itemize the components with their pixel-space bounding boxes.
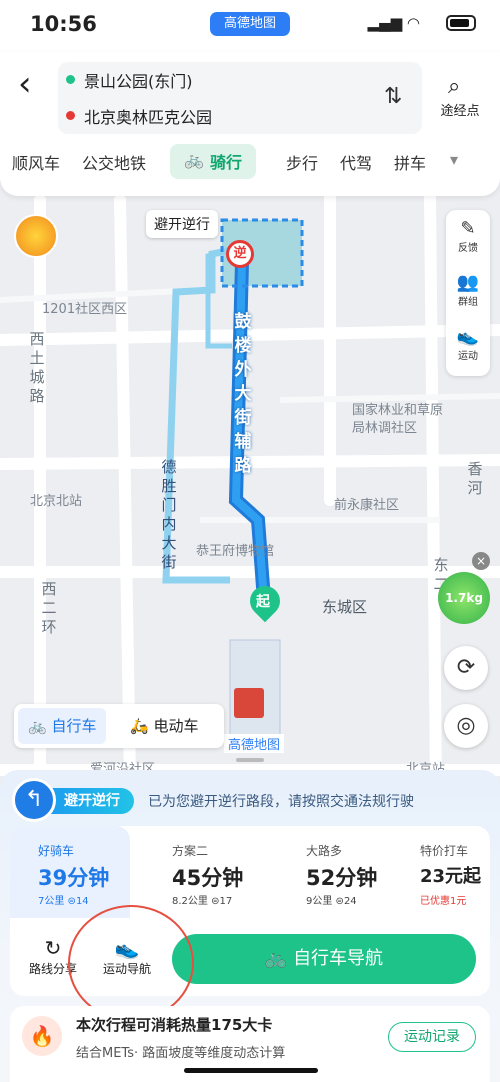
sport-icon: 👟 (456, 326, 480, 347)
tab-transit[interactable]: 公交地铁 (82, 150, 146, 174)
group-label: 群组 (458, 297, 478, 308)
destination-field[interactable]: 北京奥林匹克公园 (84, 104, 212, 128)
bike-toggle[interactable]: 🚲 自行车 (18, 708, 107, 744)
street-label: 香河 (467, 460, 483, 497)
status-time: 10:56 (30, 12, 97, 36)
feedback-label: 反馈 (458, 243, 478, 254)
avoid-tag: 避开逆行 (146, 210, 218, 238)
group-icon: 👥 (456, 272, 480, 293)
street-label: 德胜门内大街 (161, 458, 177, 571)
bike-nav-button[interactable]: 🚲 自行车导航 (172, 934, 476, 984)
option-lights: 17 (219, 896, 233, 907)
bike-toggle-label: 自行车 (51, 717, 97, 735)
tab-cycling[interactable]: 骑行 (170, 144, 257, 179)
bike-nav-label: 自行车导航 (293, 948, 384, 969)
search-icon[interactable]: ⌕ (448, 74, 460, 99)
option-duration: 39分钟 (38, 866, 110, 890)
drag-handle[interactable] (236, 758, 264, 762)
option-name: 方案二 (172, 844, 209, 858)
option-distance: 8.2公里 (172, 896, 208, 907)
highlight-circle (68, 905, 194, 1021)
calorie-subtitle: 结合METs· 路面坡度等维度动态计算 (76, 1046, 286, 1061)
map-label: 1201社区西区 (42, 302, 128, 317)
end-dot-icon (66, 111, 75, 120)
taxi-option[interactable]: 特价打车 23元起 已优惠1元 (404, 826, 490, 918)
ebike-toggle-label: 电动车 (153, 717, 199, 735)
group-button[interactable]: 👥 群组 (446, 272, 490, 308)
badge-icon[interactable] (14, 214, 58, 258)
sport-label: 运动 (458, 351, 478, 362)
option-distance: 9公里 (306, 896, 333, 907)
option-lights: 14 (75, 896, 89, 907)
option-card[interactable]: 大路多 52分钟 9公里 ⊜24 (278, 826, 398, 918)
start-dot-icon (66, 75, 75, 84)
swap-icon[interactable]: ⇅ (384, 84, 402, 109)
co2-badge[interactable]: 1.7kg (438, 572, 490, 624)
map-label: 北京北站 (30, 494, 83, 509)
tab-walk[interactable]: 步行 (286, 150, 318, 174)
option-duration: 45分钟 (172, 866, 244, 890)
ebike-toggle[interactable]: 🛵 电动车 (120, 708, 208, 744)
home-indicator (184, 1068, 318, 1073)
tab-cycling-label: 骑行 (210, 153, 243, 172)
vehicle-toggle: 🚲 自行车 🛵 电动车 (14, 704, 224, 748)
option-name: 好骑车 (38, 844, 75, 858)
back-icon[interactable]: ‹ (18, 64, 32, 104)
option-name: 大路多 (306, 844, 343, 858)
option-card[interactable]: 好骑车 39分钟 7公里 ⊜14 (10, 826, 130, 918)
option-distance: 7公里 (38, 896, 65, 907)
locate-icon[interactable]: ◎ (444, 704, 488, 748)
district-label: 东城区 (322, 598, 368, 616)
map-toolbar: ✎ 反馈 👥 群组 👟 运动 (446, 210, 490, 376)
sport-button[interactable]: 👟 运动 (446, 326, 490, 362)
avoid-icon: ↰ (12, 778, 56, 822)
tab-rideshare[interactable]: 顺风车 (12, 150, 60, 174)
option-lights: 24 (343, 896, 357, 907)
option-card[interactable]: 方案二 45分钟 8.2公里 ⊜17 (144, 826, 264, 918)
flame-icon: 🔥 (22, 1016, 62, 1056)
map-label: 国家林业和草原局林调社区 (352, 403, 444, 436)
tab-carpool[interactable]: 拼车 (394, 150, 426, 174)
start-marker: 起 (256, 594, 270, 610)
calorie-title: 本次行程可消耗热量175大卡 (76, 1016, 273, 1034)
taxi-discount: 已优惠1元 (420, 896, 467, 907)
map-label: 前永康社区 (334, 498, 400, 513)
bike-icon: 🚲 (184, 150, 204, 169)
tab-driver[interactable]: 代驾 (340, 150, 372, 174)
origin-field[interactable]: 景山公园(东门) (84, 68, 193, 92)
app-pill: 高德地图 (210, 12, 290, 36)
waypoint-button[interactable]: 途经点 (436, 100, 484, 119)
close-icon[interactable]: × (472, 552, 490, 570)
sport-record-button[interactable]: 运动记录 (388, 1022, 476, 1052)
mode-tabs: 顺风车 公交地铁 骑行 🚲 步行 代驾 拼车 ▾ (0, 142, 500, 184)
taxi-price: 23元起 (420, 866, 482, 887)
reverse-marker: 逆 (226, 240, 254, 268)
watermark: 高德地图 (224, 734, 285, 753)
street-label: 西土城路 (29, 330, 45, 405)
pencil-icon: ✎ (460, 218, 476, 239)
option-duration: 52分钟 (306, 866, 378, 890)
tiananmen-icon (234, 688, 264, 718)
option-name: 特价打车 (420, 844, 469, 858)
street-label: 西二环 (41, 580, 57, 636)
refresh-icon[interactable]: ⟳ (444, 646, 488, 690)
signal-icon: ▂▄▆ ◠ (367, 14, 420, 32)
street-label: 鼓楼外大街辅路 (234, 312, 252, 476)
avoid-text: 已为您避开逆行路段，请按照交通法规行驶 (148, 794, 414, 810)
battery-icon (446, 15, 476, 31)
more-tabs-icon[interactable]: ▾ (450, 150, 458, 169)
feedback-button[interactable]: ✎ 反馈 (446, 218, 490, 254)
map-label: 恭王府博物馆 (196, 544, 275, 559)
